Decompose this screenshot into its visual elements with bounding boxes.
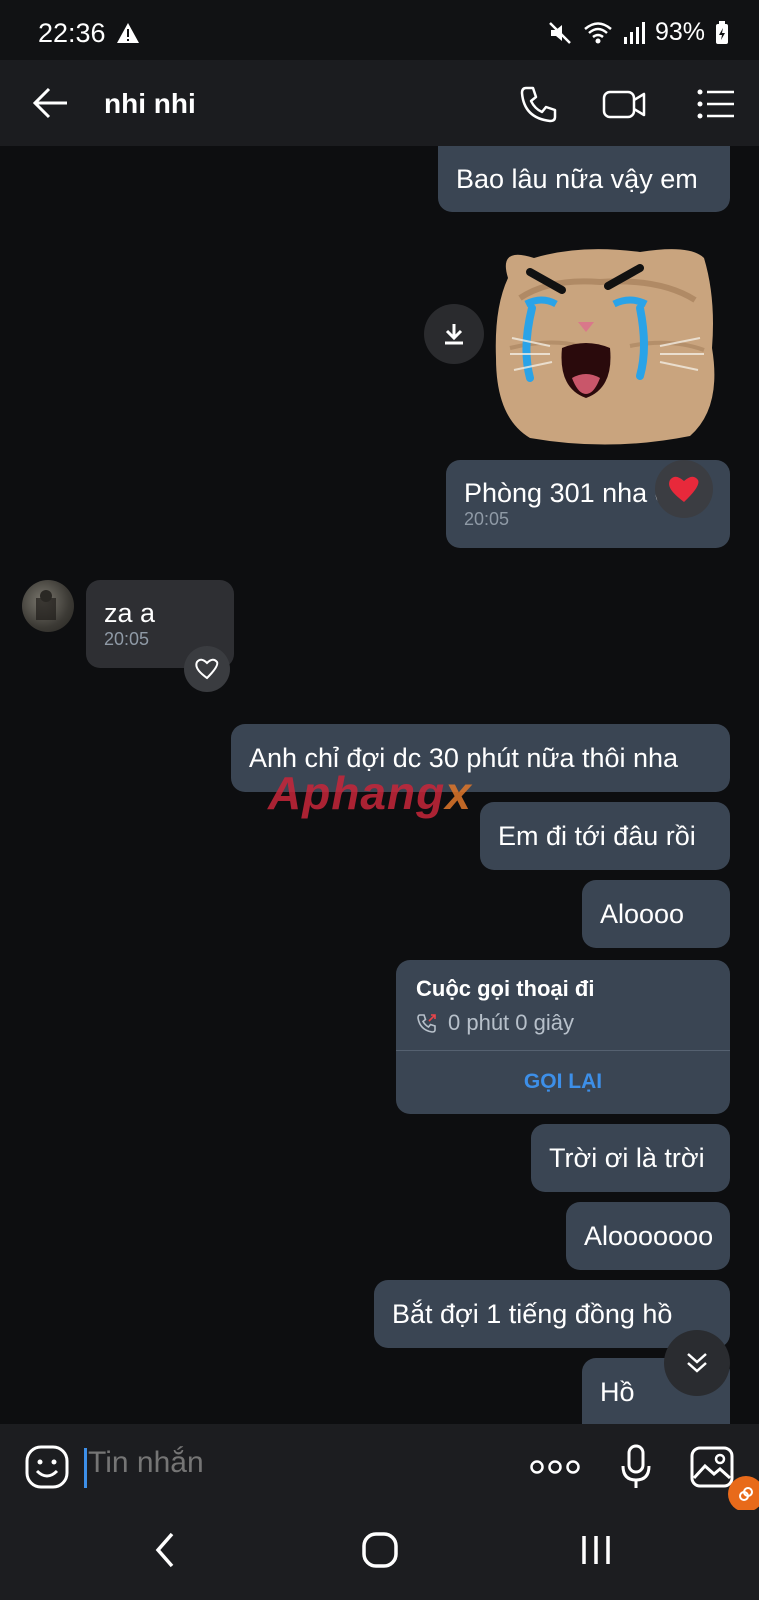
call-back-button[interactable]: GỌI LẠI [396,1050,730,1114]
outgoing-call-icon [417,1014,436,1033]
scroll-to-bottom-button[interactable] [664,1330,730,1396]
sticker-icon[interactable] [24,1444,70,1490]
reaction-badge[interactable] [655,460,713,518]
signal-icon [623,21,645,44]
nav-home-icon[interactable] [360,1530,400,1570]
avatar-image [36,590,56,620]
back-arrow-icon[interactable] [32,86,70,120]
message-bubble-outgoing[interactable]: Aloooo [582,880,730,948]
message-text: za a [104,598,156,628]
heart-outline-icon [195,658,219,680]
message-bubble-outgoing[interactable]: Bao lâu nữa vậy em [438,146,730,212]
message-bubble-outgoing[interactable]: Em đi tới đâu rồi [480,802,730,870]
contact-name[interactable]: nhi nhi [104,88,196,120]
call-log-card: Cuộc gọi thoại đi 0 phút 0 giây GỌI LẠI [396,960,730,1114]
watermark: Aphangx [268,767,472,819]
crying-cat-sticker[interactable] [490,238,722,450]
microphone-icon[interactable] [620,1444,652,1490]
text-cursor [84,1448,87,1488]
call-title: Cuộc gọi thoại đi [416,976,595,1001]
heart-icon [669,476,699,502]
message-time: 20:05 [464,509,510,529]
battery-percent: 93% [654,18,705,46]
download-icon [445,324,463,345]
menu-icon[interactable] [694,82,738,126]
download-button[interactable] [424,304,484,364]
warning-icon [117,23,139,43]
message-bubble-outgoing[interactable]: Alooooooo [566,1202,730,1270]
more-options-icon[interactable] [530,1458,580,1476]
status-bar: 22:36 93% [0,0,759,60]
composer-bar [0,1424,759,1512]
nav-recents-icon[interactable] [578,1530,614,1570]
system-navigation-bar [0,1510,759,1600]
nav-back-icon[interactable] [150,1530,180,1570]
mute-icon [549,21,571,44]
link-icon [739,1487,753,1501]
video-icon[interactable] [602,82,646,126]
message-text: Aloooo [600,898,685,929]
react-button[interactable] [184,646,230,692]
wifi-icon [584,21,612,43]
phone-icon[interactable] [516,82,560,126]
contact-avatar[interactable] [22,580,74,632]
chat-area[interactable]: Bao lâu nữa vậy em Phòng 301 nha em 20:0… [0,146,759,1424]
double-chevron-down-icon [687,1353,707,1373]
message-text: Bao lâu nữa vậy em [456,163,698,194]
message-bubble-outgoing[interactable]: Trời ơi là trời [531,1124,730,1192]
message-input[interactable] [88,1446,468,1480]
message-text: Hồ [600,1376,635,1407]
message-time: 20:05 [104,629,150,649]
message-text: Em đi tới đâu rồi [498,820,696,851]
gallery-icon[interactable] [690,1446,734,1488]
floating-badge[interactable] [728,1476,759,1512]
status-time: 22:36 [38,18,106,48]
battery-icon [716,20,728,44]
message-text: Trời ơi là trời [549,1142,705,1173]
call-duration: 0 phút 0 giây [448,1010,574,1035]
message-text: Bắt đợi 1 tiếng đồng hồ [392,1298,673,1329]
message-text: Alooooooo [584,1220,714,1251]
chat-header: nhi nhi [0,60,759,146]
